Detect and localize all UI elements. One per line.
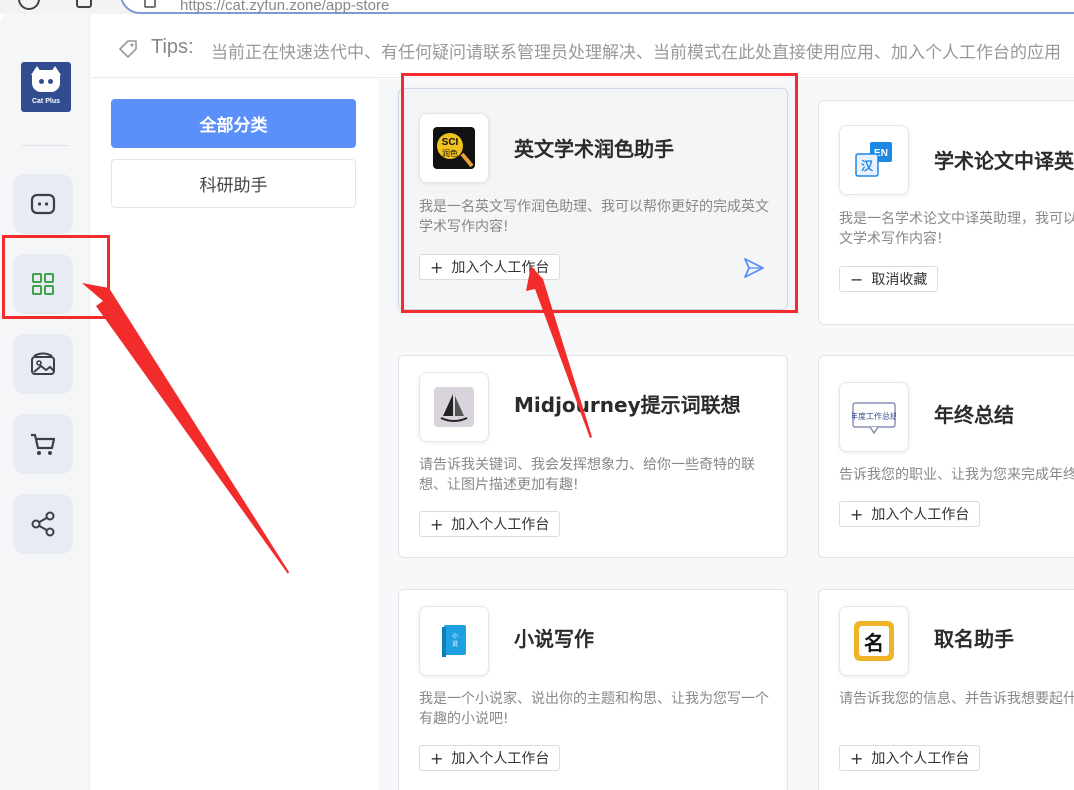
rail-divider bbox=[22, 145, 70, 146]
plus-icon: + bbox=[850, 748, 864, 768]
button-label: 加入个人工作台 bbox=[451, 751, 550, 767]
add-to-workspace-button[interactable]: + 加入个人工作台 bbox=[839, 501, 981, 527]
browser-tabs-icon[interactable] bbox=[76, 0, 92, 8]
plus-icon: + bbox=[430, 514, 444, 534]
app-card-year-summary[interactable]: 年度工作总结 年终总结 告诉我您的职业、让我为您来完成年终总结吧! + 加入个人… bbox=[818, 355, 1074, 558]
plus-icon: + bbox=[430, 748, 444, 768]
app-description: 我是一名学术论文中译英助理，我可以帮你更好的完成英文学术写作内容! bbox=[839, 211, 1074, 247]
button-label: 加入个人工作台 bbox=[871, 751, 970, 767]
translate-zh-en-icon: EN 汉 bbox=[839, 125, 909, 195]
category-panel: 全部分类 科研助手 bbox=[91, 79, 378, 790]
logo-text: Cat Plus bbox=[31, 98, 60, 105]
cat-plus-logo[interactable]: Cat Plus bbox=[21, 62, 71, 112]
svg-text:小: 小 bbox=[452, 632, 458, 640]
lock-icon bbox=[144, 0, 156, 8]
unfavorite-button[interactable]: − 取消收藏 bbox=[839, 266, 939, 292]
add-to-workspace-button[interactable]: + 加入个人工作台 bbox=[839, 745, 981, 771]
button-label: 加入个人工作台 bbox=[451, 260, 550, 276]
send-icon[interactable] bbox=[743, 257, 765, 279]
browser-toolbar: https://cat.zyfun.zone/app-store bbox=[0, 0, 1074, 14]
grid-icon bbox=[32, 273, 54, 295]
app-title: 取名助手 bbox=[934, 627, 1014, 651]
browser-reload-icon[interactable] bbox=[18, 0, 40, 10]
add-to-workspace-button[interactable]: + 加入个人工作台 bbox=[419, 745, 561, 771]
add-to-workspace-button[interactable]: + 加入个人工作台 bbox=[419, 254, 561, 280]
tag-icon bbox=[119, 40, 137, 58]
category-all-button[interactable]: 全部分类 bbox=[111, 99, 356, 148]
tips-text: 当前正在快速迭代中、有任何疑问请联系管理员处理解决、当前模式在此处直接使用应用、… bbox=[211, 43, 1061, 63]
plus-icon: + bbox=[850, 504, 864, 524]
tips-label: Tips: bbox=[151, 36, 194, 58]
plus-icon: + bbox=[430, 257, 444, 277]
svg-text:汉: 汉 bbox=[861, 158, 874, 173]
app-title: 英文学术润色助手 bbox=[514, 137, 674, 161]
chat-bot-icon bbox=[30, 193, 56, 215]
minus-icon: − bbox=[850, 269, 864, 289]
app-card-naming[interactable]: 名 取名助手 请告诉我您的信息、并告诉我想要起什么名字? + 加入个人工作台 bbox=[818, 589, 1074, 790]
rail-gallery-button[interactable] bbox=[13, 334, 73, 394]
svg-text:年度工作总结: 年度工作总结 bbox=[852, 411, 896, 421]
app-card-english-polish[interactable]: SCI 润色 英文学术润色助手 我是一名英文写作润色助理、我可以帮你更好的完成英… bbox=[398, 88, 788, 310]
button-label: 取消收藏 bbox=[871, 272, 928, 288]
sci-polish-icon: SCI 润色 bbox=[419, 113, 489, 183]
category-research-button[interactable]: 科研助手 bbox=[111, 159, 356, 208]
app-title: 年终总结 bbox=[934, 403, 1014, 427]
svg-text:润色: 润色 bbox=[442, 148, 458, 158]
svg-text:名: 名 bbox=[864, 631, 884, 655]
app-description: 我是一名英文写作润色助理、我可以帮你更好的完成英文学术写作内容! bbox=[419, 199, 769, 235]
novel-book-icon: 小 说 bbox=[419, 606, 489, 676]
year-summary-icon: 年度工作总结 bbox=[839, 382, 909, 452]
app-window: https://cat.zyfun.zone/app-store Cat Plu… bbox=[0, 0, 1074, 790]
sailboat-icon bbox=[419, 372, 489, 442]
app-description: 请告诉我您的信息、并告诉我想要起什么名字? bbox=[839, 691, 1074, 707]
naming-icon: 名 bbox=[839, 606, 909, 676]
image-icon bbox=[31, 352, 55, 375]
app-description: 告诉我您的职业、让我为您来完成年终总结吧! bbox=[839, 467, 1074, 483]
cart-icon bbox=[31, 433, 56, 455]
cat-face-icon bbox=[32, 70, 60, 92]
app-card-midjourney[interactable]: Midjourney提示词联想 请告诉我关键词、我会发挥想象力、给你一些奇特的联… bbox=[398, 355, 788, 558]
app-title: Midjourney提示词联想 bbox=[514, 393, 741, 417]
app-title: 小说写作 bbox=[514, 627, 594, 651]
rail-chat-button[interactable] bbox=[13, 174, 73, 234]
address-bar-url: https://cat.zyfun.zone/app-store bbox=[180, 0, 390, 14]
app-title: 学术论文中译英 bbox=[934, 149, 1074, 173]
app-card-paper-translate[interactable]: EN 汉 学术论文中译英 我是一名学术论文中译英助理，我可以帮你更好的完成英文学… bbox=[818, 100, 1074, 325]
button-label: 加入个人工作台 bbox=[871, 507, 970, 523]
share-icon bbox=[31, 511, 55, 537]
address-bar[interactable]: https://cat.zyfun.zone/app-store bbox=[120, 0, 1074, 14]
app-grid: SCI 润色 英文学术润色助手 我是一名英文写作润色助理、我可以帮你更好的完成英… bbox=[378, 79, 1074, 790]
icon-rail: Cat Plus bbox=[0, 14, 90, 790]
rail-cart-button[interactable] bbox=[13, 414, 73, 474]
rail-apps-button[interactable] bbox=[13, 254, 73, 314]
app-description: 请告诉我关键词、我会发挥想象力、给你一些奇特的联想、让图片描述更加有趣! bbox=[419, 457, 755, 493]
svg-text:SCI: SCI bbox=[442, 137, 459, 148]
rail-share-button[interactable] bbox=[13, 494, 73, 554]
add-to-workspace-button[interactable]: + 加入个人工作台 bbox=[419, 511, 561, 537]
tips-bar: Tips: 当前正在快速迭代中、有任何疑问请联系管理员处理解决、当前模式在此处直… bbox=[91, 14, 1074, 78]
app-card-novel[interactable]: 小 说 小说写作 我是一个小说家、说出你的主题和构思、让我为您写一个有趣的小说吧… bbox=[398, 589, 788, 790]
svg-text:说: 说 bbox=[452, 640, 458, 648]
button-label: 加入个人工作台 bbox=[451, 517, 550, 533]
app-description: 我是一个小说家、说出你的主题和构思、让我为您写一个有趣的小说吧! bbox=[419, 691, 769, 727]
